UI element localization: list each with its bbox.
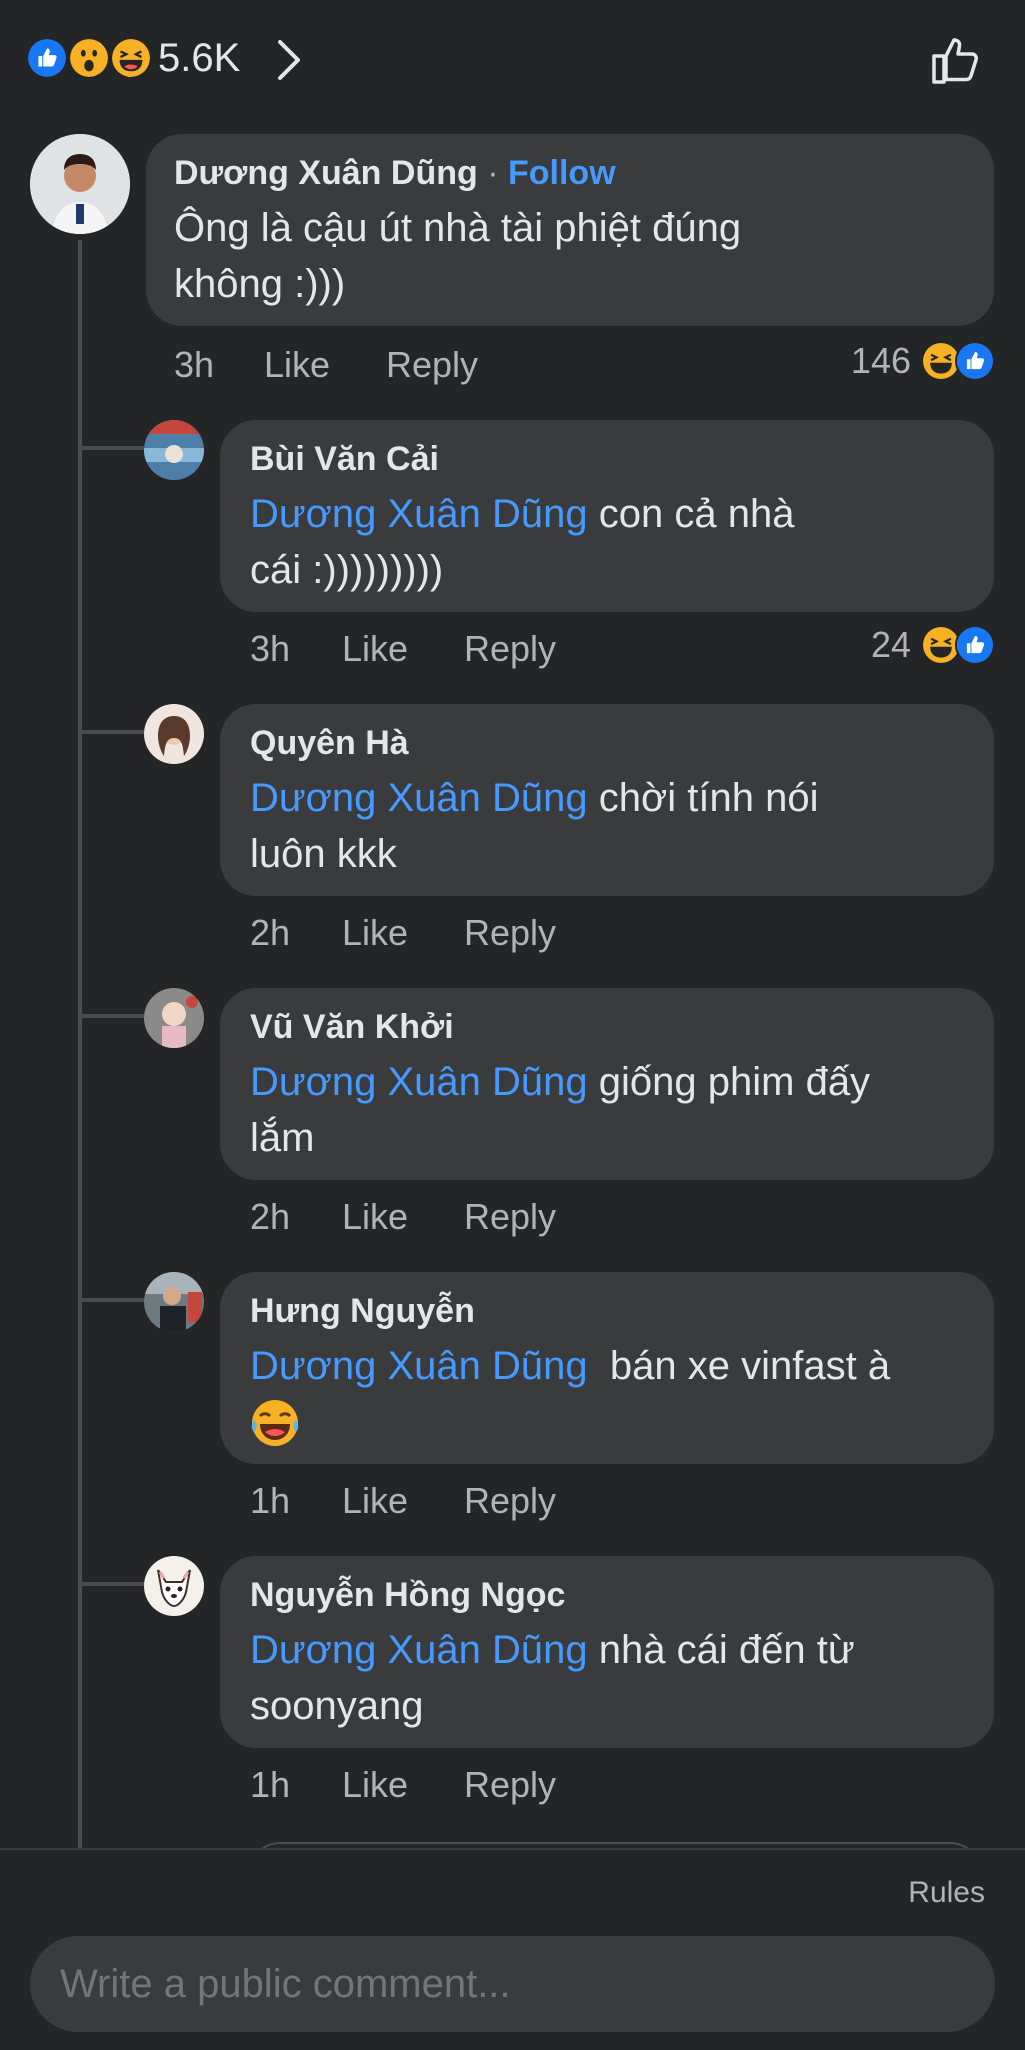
haha-icon	[110, 37, 152, 79]
comment-text: Dương Xuân Dũng giống phim đấy lắm	[250, 1060, 871, 1160]
avatar[interactable]	[144, 420, 204, 480]
avatar[interactable]	[144, 988, 204, 1048]
like-icon	[955, 625, 995, 665]
thread-branch	[78, 446, 144, 450]
reply-button[interactable]: Reply	[464, 1196, 556, 1238]
comment-reactions[interactable]: 24	[871, 624, 995, 666]
chevron-right-icon[interactable]	[270, 38, 310, 82]
comment-author[interactable]: Nguyễn Hồng Ngọc	[250, 1576, 565, 1615]
thread-branch	[78, 1298, 144, 1302]
comment-meta: 2h Like Reply	[250, 912, 556, 954]
comment-input[interactable]	[30, 1936, 995, 2032]
mention-link[interactable]: Dương Xuân Dũng	[250, 1060, 588, 1104]
comment-time: 2h	[250, 1196, 291, 1237]
reactions-count[interactable]: 5.6K	[158, 36, 240, 81]
reply-button[interactable]: Reply	[386, 344, 478, 386]
mention-link[interactable]: Dương Xuân Dũng	[250, 492, 588, 536]
comment-text: Ông là cậu út nhà tài phiệt đúng không :…	[174, 206, 742, 306]
comment-author[interactable]: Vũ Văn Khởi	[250, 1008, 454, 1047]
comment-author[interactable]: Bùi Văn Cải	[250, 440, 439, 479]
like-post-icon[interactable]	[928, 30, 988, 90]
avatar[interactable]	[30, 134, 130, 234]
comment-time: 1h	[250, 1480, 291, 1521]
thread-branch	[78, 730, 144, 734]
like-button[interactable]: Like	[264, 344, 386, 386]
comment-time: 1h	[250, 1764, 291, 1805]
comment-text: Dương Xuân Dũng bán xe vinfast à	[250, 1338, 970, 1450]
comment-text: Dương Xuân Dũng nhà cái đến từ soonyang	[250, 1628, 855, 1728]
mention-link[interactable]: Dương Xuân Dũng	[250, 1628, 588, 1672]
comment-meta: 3h Like Reply	[250, 628, 556, 670]
like-button[interactable]: Like	[342, 912, 464, 954]
avatar[interactable]	[144, 1556, 204, 1616]
like-button[interactable]: Like	[342, 1480, 464, 1522]
reactions-header: 5.6K	[0, 0, 1025, 120]
avatar[interactable]	[144, 704, 204, 764]
comment-meta: 1h Like Reply	[250, 1764, 556, 1806]
wow-icon	[68, 37, 110, 79]
comment-reactions[interactable]: 146	[851, 340, 995, 382]
reply-button[interactable]: Reply	[464, 1480, 556, 1522]
like-icon	[26, 37, 68, 79]
thread-branch	[78, 1582, 144, 1586]
comment-time: 3h	[174, 344, 215, 385]
comment-time: 2h	[250, 912, 291, 953]
comment-meta: 3h Like Reply	[174, 344, 478, 386]
like-icon	[955, 341, 995, 381]
like-button[interactable]: Like	[342, 1764, 464, 1806]
mention-link[interactable]: Dương Xuân Dũng	[250, 1344, 588, 1388]
comment-meta: 1h Like Reply	[250, 1480, 556, 1522]
rules-link[interactable]: Rules	[908, 1876, 985, 1910]
reply-button[interactable]: Reply	[464, 1764, 556, 1806]
reply-button[interactable]: Reply	[464, 912, 556, 954]
comment-time: 3h	[250, 628, 291, 669]
laughing-tears-emoji	[250, 1398, 300, 1448]
comment-composer: Rules	[0, 1848, 1025, 2050]
mention-link[interactable]: Dương Xuân Dũng	[250, 776, 588, 820]
comment-text: Dương Xuân Dũng con cả nhà cái :))))))))…	[250, 492, 795, 592]
like-button[interactable]: Like	[342, 1196, 464, 1238]
reaction-icons[interactable]	[26, 37, 156, 81]
thread-branch	[78, 1014, 144, 1018]
comment-author[interactable]: Quyên Hà	[250, 724, 409, 763]
follow-button[interactable]: Follow	[508, 154, 616, 192]
comment-text: Dương Xuân Dũng chời tính nói luôn kkk	[250, 776, 819, 876]
thread-line	[78, 240, 82, 1850]
comment-author[interactable]: Hưng Nguyễn	[250, 1292, 475, 1331]
avatar[interactable]	[144, 1272, 204, 1332]
like-button[interactable]: Like	[342, 628, 464, 670]
comment-author[interactable]: Dương Xuân Dũng · Follow	[174, 154, 616, 193]
comment-meta: 2h Like Reply	[250, 1196, 556, 1238]
reply-button[interactable]: Reply	[464, 628, 556, 670]
